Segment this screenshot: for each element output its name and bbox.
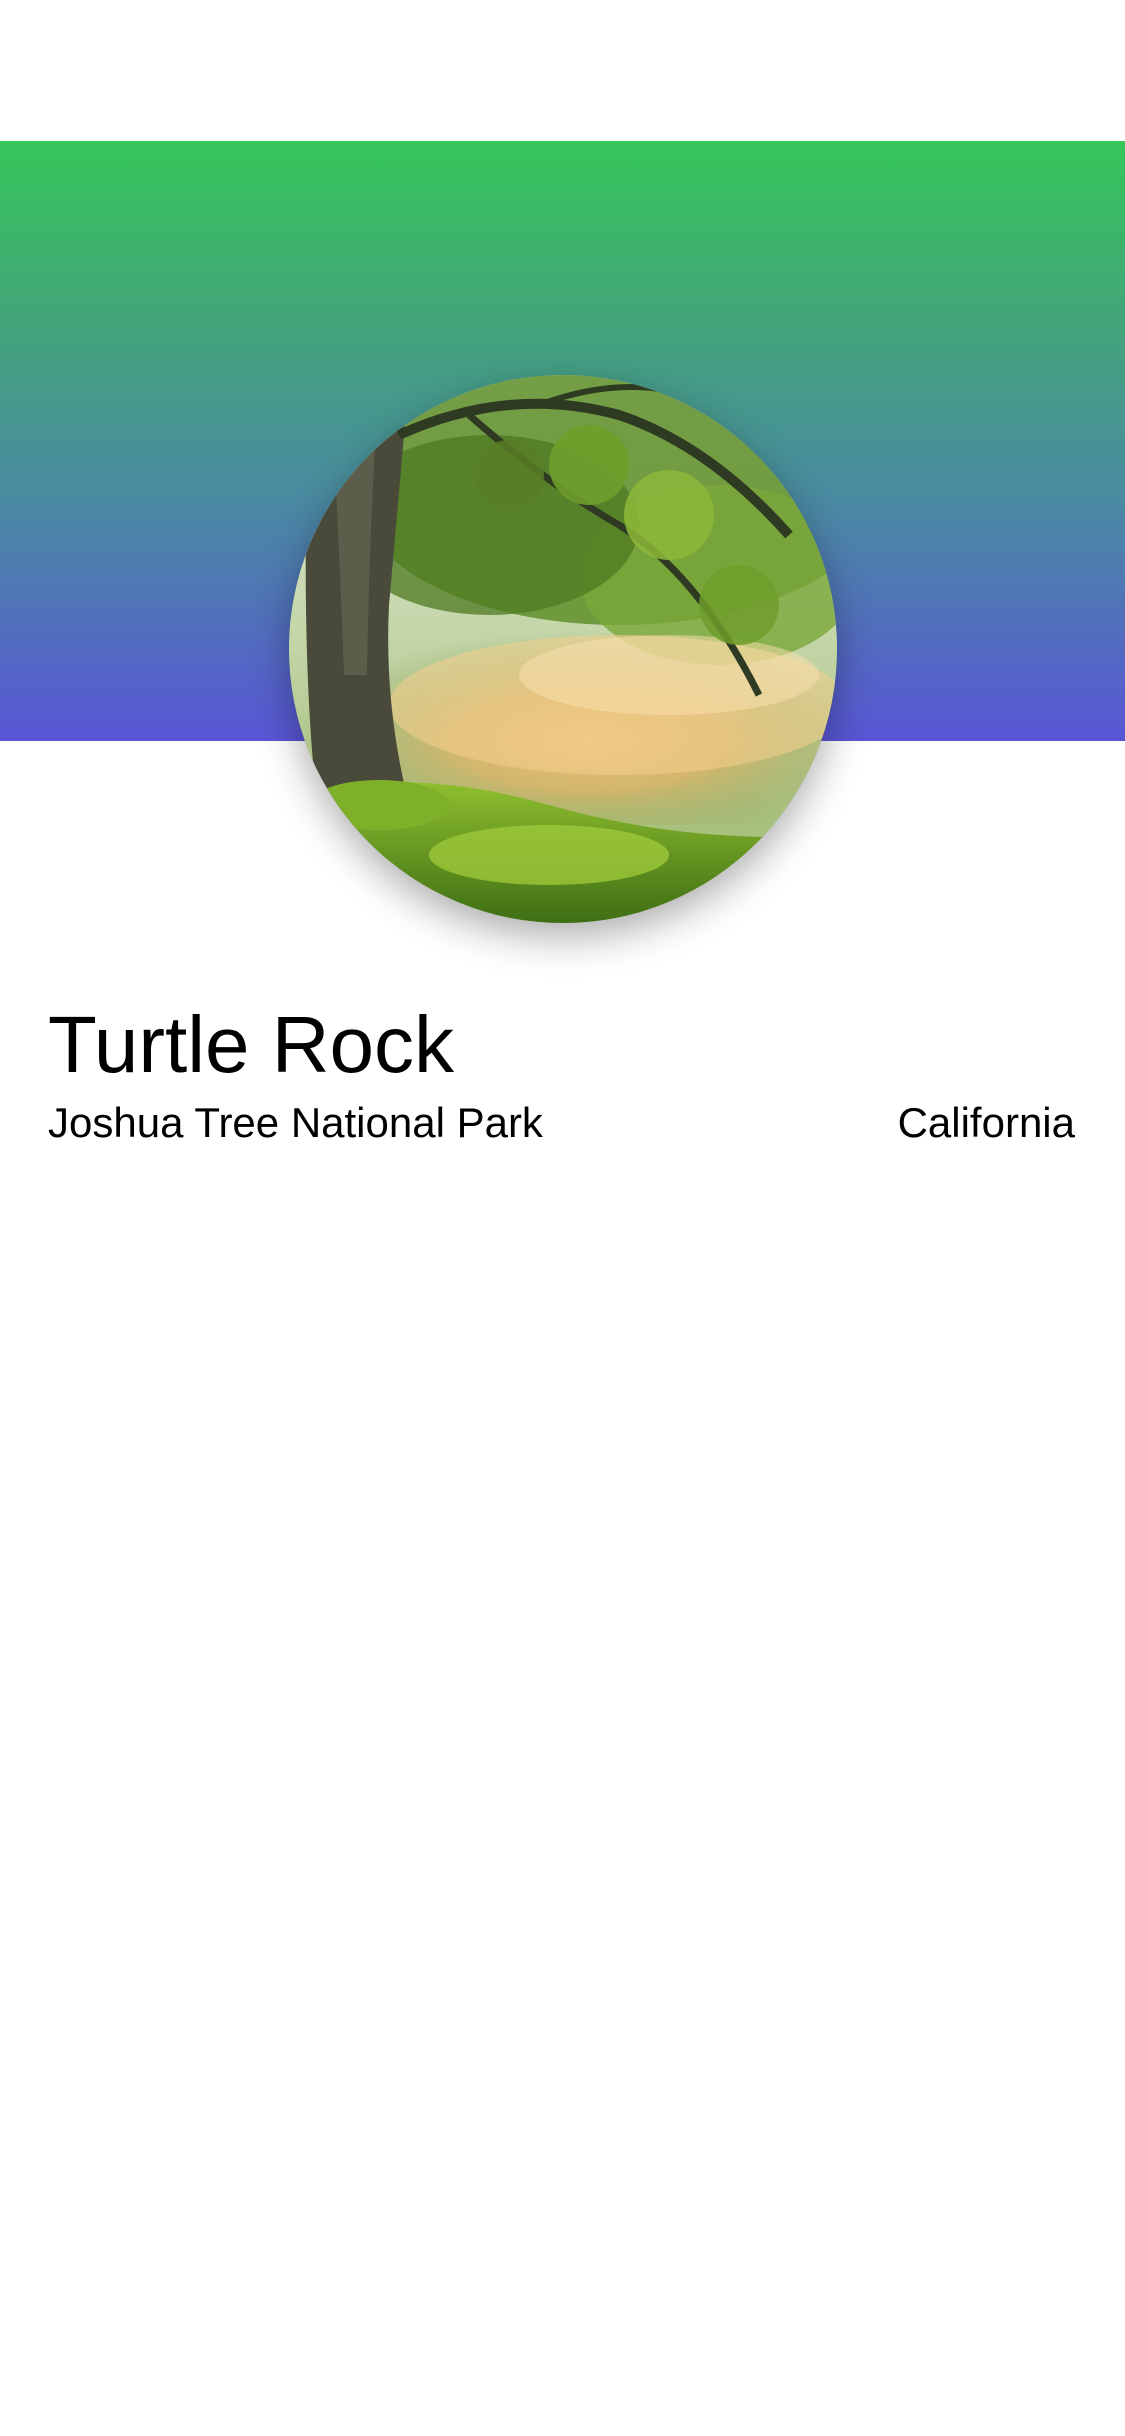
landmark-detail-screen: Turtle Rock Joshua Tree National Park Ca… — [0, 0, 1125, 2436]
park-name: Joshua Tree National Park — [48, 1099, 543, 1146]
landmark-title: Turtle Rock — [48, 1000, 455, 1089]
state-name: California — [897, 1099, 1075, 1146]
landmark-subtitle-row: Joshua Tree National Park California — [48, 1095, 1075, 1151]
landmark-details: Turtle Rock Joshua Tree National Park Ca… — [48, 995, 1075, 1151]
landmark-photo — [289, 375, 837, 923]
landmark-photo-illustration — [289, 375, 837, 923]
